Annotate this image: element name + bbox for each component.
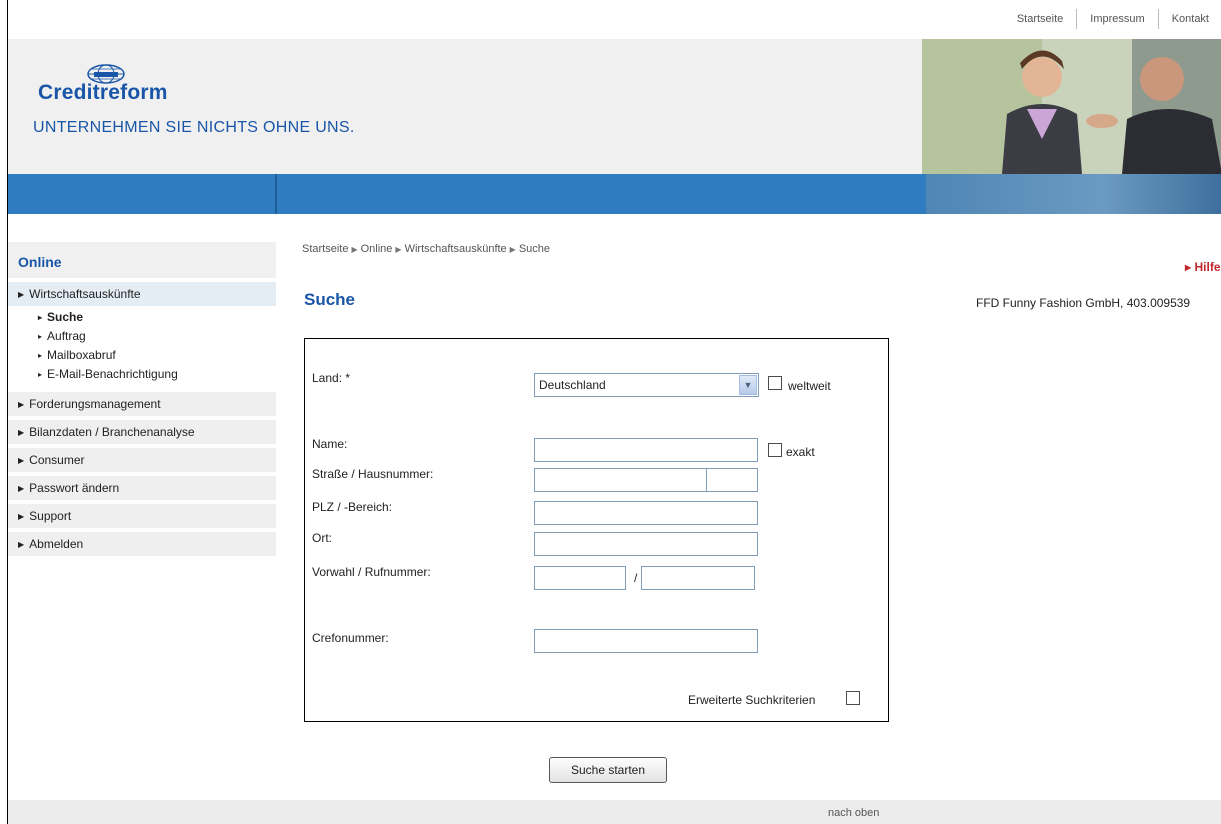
sidebar-item-label: Support [29,509,72,523]
triangle-right-icon: ▶ [1185,263,1192,272]
triangle-right-icon: ▶ [18,400,25,409]
sidebar-item-support[interactable]: ▶ Support [8,504,276,528]
business-people-image [922,39,1221,174]
breadcrumb-item[interactable]: Startseite [302,243,348,255]
back-to-top-link[interactable]: nach oben [828,807,879,819]
sidebar-item-abmelden[interactable]: ▶ Abmelden [8,532,276,556]
sidebar-subitem-suche[interactable]: ▸ Suche [8,308,276,327]
triangle-right-icon: ▶ [18,484,25,493]
name-label: Name: [312,437,348,451]
breadcrumb: Startseite ▶ Online ▶ Wirtschaftsauskünfte ▶ S… [302,243,550,255]
sidebar: Online ▶ Wirtschaftsauskünfte ▸ Suche ▸ Auf… [8,242,276,560]
breadcrumb-item[interactable]: Wirtschaftsauskünfte [405,243,507,255]
header-photo [922,39,1221,174]
sidebar-item-label: Abmelden [29,537,84,551]
brand-name: Creditreform [38,81,168,104]
page-frame: Startseite Impressum Kontakt Creditrefor… [7,0,1221,824]
sidebar-item-label: Passwort ändern [29,481,120,495]
country-value: Deutschland [539,378,606,392]
sidebar-subitem-label: Mailboxabruf [47,348,116,362]
triangle-right-icon: ▶ [509,245,516,254]
triangle-right-icon: ▸ [38,351,43,360]
advanced-criteria-checkbox[interactable] [846,691,860,705]
phone-number-input[interactable] [641,566,755,590]
land-label: Land: * [312,371,351,385]
phone-separator: / [634,571,638,585]
triangle-right-icon: ▸ [38,370,43,379]
brand-slogan: UNTERNEHMEN SIE NICHTS OHNE UNS. [33,119,355,136]
triangle-right-icon: ▶ [18,512,25,521]
sidebar-item-forderungsmanagement[interactable]: ▶ Forderungsmanagement [8,392,276,416]
advanced-criteria-label: Erweiterte Suchkriterien [688,693,816,707]
breadcrumb-item: Suche [518,243,551,255]
sidebar-subitem-label: Suche [47,310,84,324]
top-link-kontakt[interactable]: Kontakt [1159,13,1221,25]
vorwahl-label: Vorwahl / Rufnummer: [312,565,431,579]
header-photo-bottom [926,174,1221,214]
ort-label: Ort: [312,531,332,545]
area-code-input[interactable] [534,566,626,590]
help-label: Hilfe [1194,260,1221,274]
sidebar-item-passwort-aendern[interactable]: ▶ Passwort ändern [8,476,276,500]
sidebar-title: Online [8,242,276,278]
search-form: Land: * Deutschland ▼ weltweit Name: exa… [304,338,889,722]
help-link[interactable]: ▶ Hilfe [1185,260,1221,274]
triangle-right-icon: ▶ [351,245,358,254]
top-link-impressum[interactable]: Impressum [1077,13,1157,25]
exakt-label: exakt [786,445,815,459]
sidebar-item-consumer[interactable]: ▶ Consumer [8,448,276,472]
ort-input[interactable] [534,532,758,556]
top-link-startseite[interactable]: Startseite [1004,13,1076,25]
plz-label: PLZ / -Bereich: [312,500,393,514]
search-submit-button[interactable]: Suche starten [549,757,667,783]
sidebar-subitems: ▸ Suche ▸ Auftrag ▸ Mailboxabruf ▸ E-Mail-Be… [8,306,276,388]
triangle-right-icon: ▸ [38,332,43,341]
triangle-right-icon: ▶ [18,540,25,549]
header: Creditreform UNTERNEHMEN SIE NICHTS OHNE… [8,39,1221,174]
sidebar-item-label: Wirtschaftsauskünfte [29,287,141,301]
weltweit-checkbox[interactable] [768,376,782,390]
sidebar-subitem-email-benachrichtigung[interactable]: ▸ E-Mail-Benachrichtigung [8,365,276,384]
name-input[interactable] [534,438,758,462]
weltweit-label: weltweit [788,379,831,393]
sidebar-item-wirtschaftsauskuenfte[interactable]: ▶ Wirtschaftsauskünfte [8,282,276,306]
breadcrumb-item[interactable]: Online [361,243,393,255]
sidebar-item-bilanzdaten[interactable]: ▶ Bilanzdaten / Branchenanalyse [8,420,276,444]
triangle-right-icon: ▶ [395,245,402,254]
sidebar-item-label: Bilanzdaten / Branchenanalyse [29,425,195,439]
strasse-label: Straße / Hausnummer: [312,467,434,481]
triangle-right-icon: ▶ [18,290,25,299]
sidebar-subitem-mailboxabruf[interactable]: ▸ Mailboxabruf [8,346,276,365]
sidebar-item-label: Consumer [29,453,85,467]
triangle-right-icon: ▸ [38,313,43,322]
creditreform-logo[interactable]: Creditreform [38,64,168,105]
house-number-input[interactable] [706,468,758,492]
street-input[interactable] [534,468,707,492]
crefonummer-input[interactable] [534,629,758,653]
crefo-label: Crefonummer: [312,631,389,645]
top-links: Startseite Impressum Kontakt [1004,8,1221,30]
plz-input[interactable] [534,501,758,525]
chevron-down-icon[interactable]: ▼ [739,375,757,395]
country-select[interactable]: Deutschland ▼ [534,373,759,397]
nav-band [8,174,1221,214]
sidebar-subitem-label: Auftrag [47,329,86,343]
page-title: Suche [304,290,356,309]
sidebar-subitem-label: E-Mail-Benachrichtigung [47,367,178,381]
sidebar-item-label: Forderungsmanagement [29,397,161,411]
footer: nach oben [8,800,1221,824]
triangle-right-icon: ▶ [18,456,25,465]
company-info: FFD Funny Fashion GmbH, 403.009539 [976,296,1191,310]
globe-logo-icon [87,64,125,84]
divider [275,174,277,214]
triangle-right-icon: ▶ [18,428,25,437]
sidebar-subitem-auftrag[interactable]: ▸ Auftrag [8,327,276,346]
exakt-checkbox[interactable] [768,443,782,457]
